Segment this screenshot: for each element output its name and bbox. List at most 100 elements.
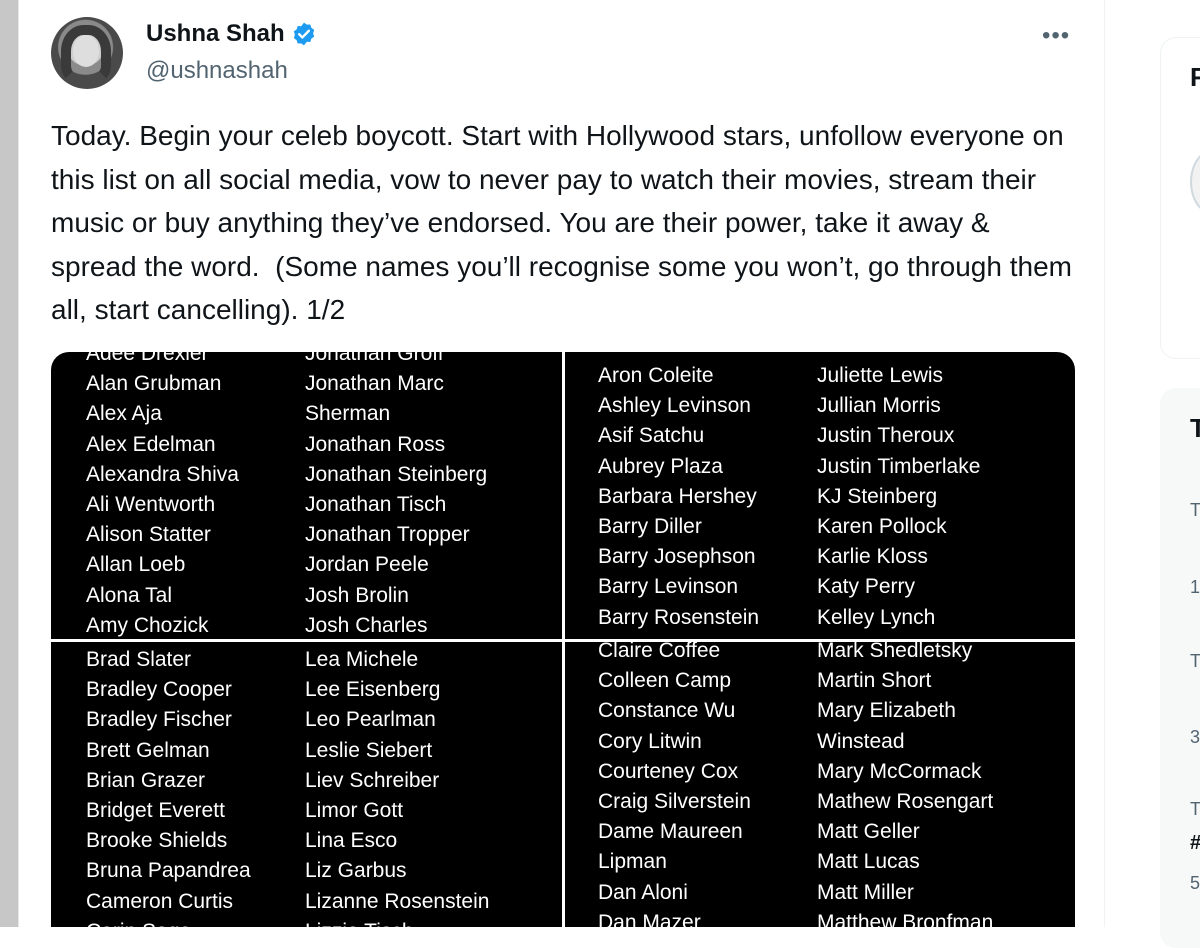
list-item: Bridget Everett [86,799,225,823]
list-item: Karen Pollock [817,515,947,539]
panel-1-column-b: Jonathan Groff Jonathan Marc Sherman Jon… [305,352,487,641]
list-item: Cameron Curtis [86,889,234,913]
list-item: Carin Sage [86,917,251,927]
panel-3-column-b: Lea Michele Lee Eisenberg Leo Pearlman L… [305,645,489,927]
list-item: Liev Schreiber [305,768,440,792]
tweet-text: Today. Begin your celeb boycott. Start w… [51,120,1080,325]
panel-2-column-a: Aron Coleite Ashley Levinson Asif Satchu… [598,361,759,633]
list-item: Jonathan Groff [305,352,444,365]
list-item: Barbara Hershey [598,484,757,508]
list-item: Alison Statter [86,523,211,547]
list-item: Colleen Camp [598,669,732,693]
list-item: Karlie Kloss [817,545,928,569]
gutter-border [18,0,19,927]
panel-4-column-b: Mark Shedletsky Martin Short Mary Elizab… [817,636,993,927]
tweet-media-image[interactable]: Adee Drexler Alan Grubman Alex Aja Alex … [51,352,1075,927]
list-item: Adee Drexler [86,352,209,365]
list-item: Alexandra Shiva [86,462,239,486]
list-item: Lea Michele [305,648,419,671]
list-item: Dame Maureen [598,820,743,844]
author-avatar[interactable] [51,17,123,89]
list-item: Josh Brolin [305,583,409,607]
list-item: Brian Grazer [86,768,206,792]
author-name-row: Ushna Shah [146,19,317,49]
list-item: Ashley Levinson [598,394,751,418]
list-item: Alona Tal [86,583,173,607]
list-item: Mary McCormack [817,759,982,783]
panel-3-column-a: Brad Slater Bradley Cooper Bradley Fisch… [86,645,251,927]
trend-item[interactable]: T [1190,500,1200,521]
trend-item[interactable]: T [1190,799,1200,820]
list-item: Justin Timberlake [817,454,981,478]
list-item: Josh Charles [305,613,428,637]
list-item: Juliette Lewis [817,364,944,387]
list-item: Jonathan Marc [305,372,444,396]
list-item: Matt Geller [817,820,920,844]
trend-item[interactable]: T [1190,651,1200,672]
trend-item: 1 [1190,577,1200,597]
panel-1-column-a: Adee Drexler Alan Grubman Alex Aja Alex … [86,352,239,641]
trend-item[interactable]: # [1190,832,1200,855]
panel-2-column-b: Juliette Lewis Jullian Morris Justin The… [817,361,980,633]
scrollbar-gutter[interactable] [0,0,18,927]
list-item: Bradley Cooper [86,678,232,702]
list-item: Dan Aloni [598,880,688,904]
list-item: Jullian Morris [817,394,941,418]
list-item: Jordan Peele [305,553,429,577]
list-item: Barry Levinson [598,575,739,599]
list-item: Bradley Fischer [86,708,232,732]
author-display-name[interactable]: Ushna Shah [146,20,285,48]
list-item: Brett Gelman [86,738,210,762]
list-item: Sherman [305,402,391,426]
list-item: KJ Steinberg [817,484,938,508]
column-divider [1104,0,1105,927]
list-item: Alex Aja [86,402,162,426]
trends-heading: T [1190,413,1200,443]
list-item: Lizanne Rosenstein [305,889,490,913]
list-item: Mathew Rosengart [817,790,994,814]
image-divider-horizontal [51,639,1075,642]
list-item: Justin Theroux [817,424,955,448]
list-item: Aubrey Plaza [598,454,723,478]
list-item: Barry Diller [598,515,702,539]
list-item: Winstead [817,729,905,753]
list-item: Jonathan Ross [305,432,446,456]
list-item: Matt Lucas [817,850,920,874]
list-item: Aron Coleite [598,364,714,387]
list-item: Barry Josephson [598,545,756,569]
list-item: Kelley Lynch [817,605,936,629]
list-item: Craig Silverstein [598,790,751,814]
list-item: Martin Short [817,669,932,693]
list-item: Alan Grubman [86,372,222,396]
list-item: Alex Edelman [86,432,216,456]
list-item: Matthew Bronfman [817,910,994,927]
list-item: Asif Satchu [598,424,705,448]
list-item: Lizzie Tisch [305,917,489,927]
author-handle[interactable]: @ushnashah [146,57,288,85]
list-item: Limor Gott [305,799,404,823]
list-item: Allan Loeb [86,553,186,577]
list-item: Lipman [598,850,667,874]
list-item: Jonathan Tisch [305,493,447,517]
list-item: Dan Mazer [598,910,701,927]
more-options-icon[interactable]: ••• [1042,22,1070,50]
list-item: Constance Wu [598,699,736,723]
avatar-face [73,35,99,67]
list-item: Matt Miller [817,880,914,904]
list-item: Jonathan Steinberg [305,462,488,486]
trend-item: 5 [1190,873,1200,893]
list-item: Barry Rosenstein [598,605,760,629]
list-item: Cory Litwin [598,729,702,753]
list-item: Ali Wentworth [86,493,216,517]
list-item: Bruna Papandrea [86,859,251,883]
sidebar-card-heading: F [1190,62,1200,92]
list-item: Courteney Cox [598,759,739,783]
list-item: Amy Chozick [86,613,209,637]
list-item: Leslie Siebert [305,738,433,762]
list-item: Katy Perry [817,575,916,599]
list-item: Brooke Shields [86,829,228,853]
list-item: Lina Esco [305,829,398,853]
list-item: Lee Eisenberg [305,678,441,702]
list-item: Liz Garbus [305,859,407,883]
verified-badge-icon [291,21,317,47]
